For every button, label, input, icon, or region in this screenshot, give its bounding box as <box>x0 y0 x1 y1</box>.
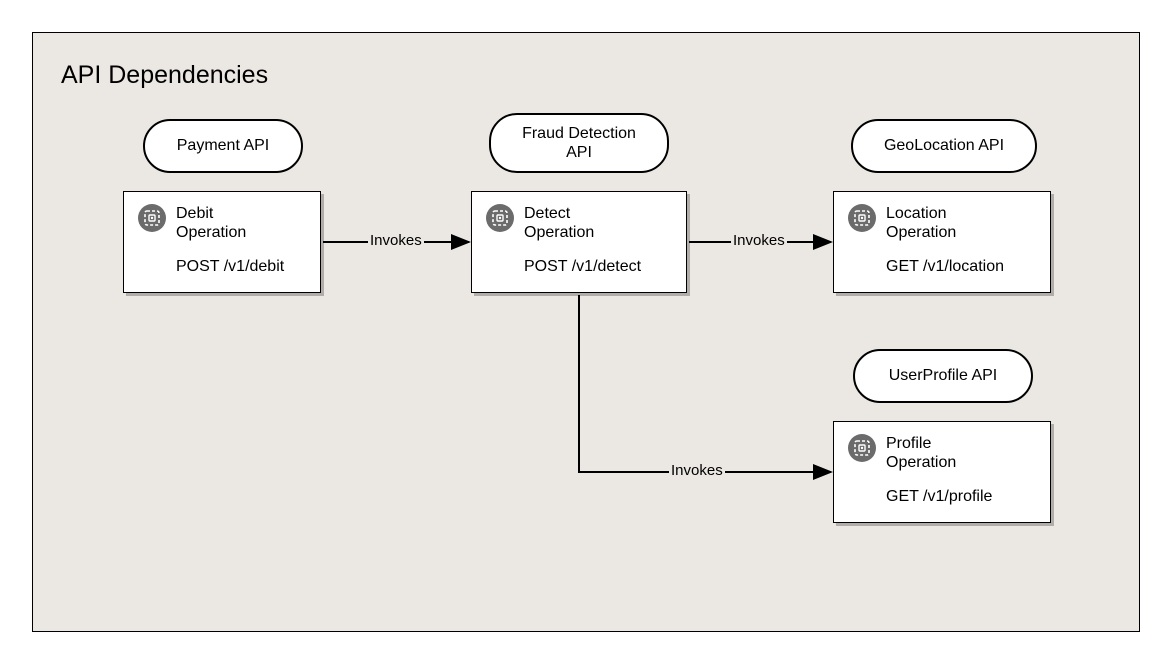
op-name: Profile Operation <box>886 434 992 472</box>
diagram-title: API Dependencies <box>61 61 268 90</box>
op-name: Debit Operation <box>176 204 284 242</box>
edge-label: Invokes <box>731 232 787 249</box>
api-label: Fraud Detection API <box>509 124 649 162</box>
op-name: Location Operation <box>886 204 1004 242</box>
diagram-container: API Dependencies Payment API Fraud Detec… <box>32 32 1140 632</box>
op-box-location: Location Operation GET /v1/location <box>833 191 1051 293</box>
op-name: Detect Operation <box>524 204 641 242</box>
api-label: GeoLocation API <box>884 136 1004 155</box>
api-operation-icon <box>486 204 514 237</box>
api-operation-icon <box>138 204 166 237</box>
op-endpoint: GET /v1/location <box>886 258 1004 276</box>
api-operation-icon <box>848 434 876 467</box>
op-box-debit: Debit Operation POST /v1/debit <box>123 191 321 293</box>
op-box-detect: Detect Operation POST /v1/detect <box>471 191 687 293</box>
op-endpoint: GET /v1/profile <box>886 488 992 506</box>
api-pill-payment: Payment API <box>143 119 303 173</box>
api-label: Payment API <box>177 136 270 155</box>
edge-label: Invokes <box>368 232 424 249</box>
edge-label: Invokes <box>669 462 725 479</box>
op-endpoint: POST /v1/detect <box>524 258 641 276</box>
api-pill-fraud: Fraud Detection API <box>489 113 669 173</box>
api-pill-geo: GeoLocation API <box>851 119 1037 173</box>
api-pill-profile: UserProfile API <box>853 349 1033 403</box>
api-operation-icon <box>848 204 876 237</box>
api-label: UserProfile API <box>889 366 997 385</box>
op-endpoint: POST /v1/debit <box>176 258 284 276</box>
op-box-profile: Profile Operation GET /v1/profile <box>833 421 1051 523</box>
